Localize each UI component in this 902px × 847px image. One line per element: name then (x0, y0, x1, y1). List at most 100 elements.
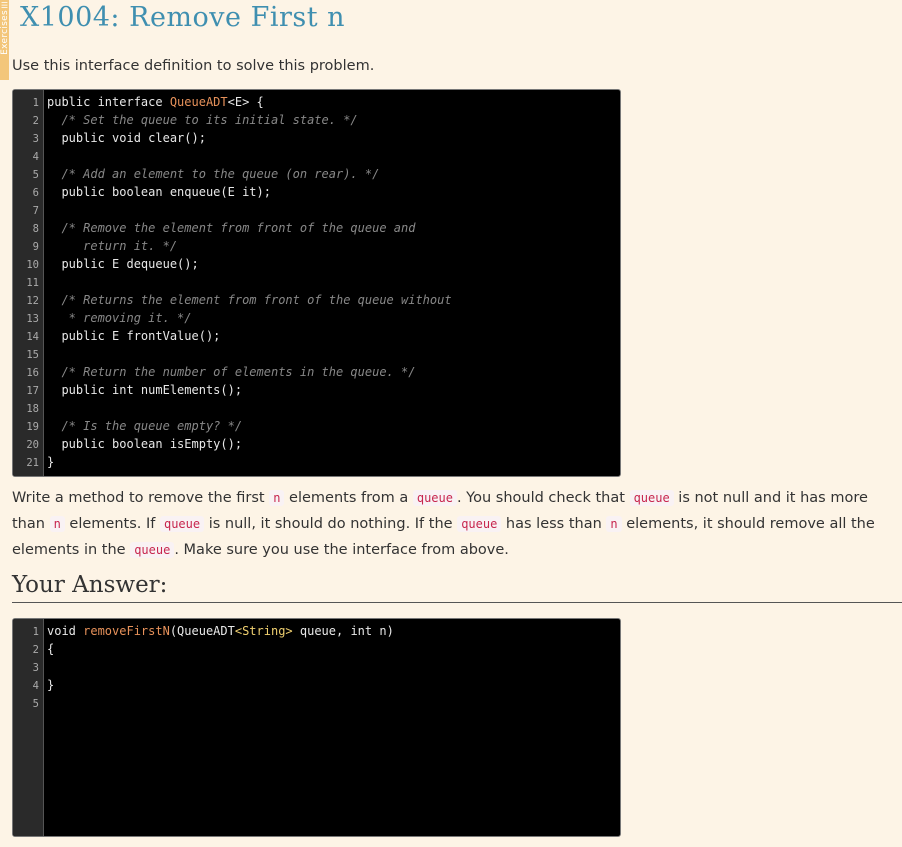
code-token: /* Set the queue to its initial state. *… (47, 113, 358, 127)
line-number: 5 (32, 169, 39, 181)
code-token: public boolean isEmpty(); (47, 437, 243, 451)
code-token: public boolean enqueue(E it); (47, 185, 271, 199)
inline-code: queue (457, 516, 502, 532)
line-number: 16 (26, 367, 39, 379)
code-line: 3 public void clear(); (13, 129, 620, 147)
code-token: } (47, 455, 55, 469)
line-number: 3 (32, 133, 39, 145)
line-number: 10 (26, 259, 39, 271)
code-line: 16 /* Return the number of elements in t… (13, 363, 620, 381)
code-token: <E> { (227, 95, 264, 109)
inline-code: n (49, 516, 65, 532)
intro-text: Use this interface definition to solve t… (12, 58, 375, 74)
code-token: { (47, 642, 55, 656)
code-token: queue, int n) (292, 624, 394, 638)
code-line: 18 (13, 399, 620, 417)
line-number: 17 (26, 385, 39, 397)
line-number: 15 (26, 349, 39, 361)
line-number: 18 (26, 403, 39, 415)
line-number: 5 (32, 698, 39, 710)
code-token: public void clear(); (47, 131, 206, 145)
code-line: 11 (13, 273, 620, 291)
code-line: 3 (13, 658, 620, 676)
inline-code: n (606, 516, 622, 532)
problem-text: elements from a (284, 490, 413, 506)
line-number: 2 (32, 115, 39, 127)
inline-code: queue (130, 542, 175, 558)
exercises-tab-label: Exercises (0, 10, 10, 55)
code-token: <String> (234, 624, 293, 638)
code-line: 2{ (13, 640, 620, 658)
code-line: 7 (13, 201, 620, 219)
line-number: 11 (26, 277, 39, 289)
answer-code-editor[interactable]: 1 void removeFirstN(QueueADT<String> queu… (12, 618, 621, 837)
code-token: * removing it. */ (47, 311, 192, 325)
code-token: void (47, 624, 84, 638)
code-token: /* Remove the element from front of the … (47, 221, 416, 235)
code-token: /* Is the queue empty? */ (47, 419, 243, 433)
line-number: 2 (32, 644, 39, 656)
exercises-side-tab[interactable]: ☰ Exercises (0, 0, 10, 80)
code-token: /* Add an element to the queue (on rear)… (47, 167, 380, 181)
code-line: 9 return it. */ (13, 237, 620, 255)
code-token: public E dequeue(); (47, 257, 199, 271)
code-line: 10 public E dequeue(); (13, 255, 620, 273)
code-line: 12 /* Returns the element from front of … (13, 291, 620, 309)
code-line: 15 (13, 345, 620, 363)
code-token: public interface (47, 95, 170, 109)
line-number: 4 (32, 151, 39, 163)
code-token: (QueueADT (169, 624, 235, 638)
problem-text: elements. If (64, 516, 160, 532)
line-number: 12 (26, 295, 39, 307)
code-line: 14 public E frontValue(); (13, 327, 620, 345)
code-token: /* Returns the element from front of the… (47, 293, 452, 307)
code-line: 5 /* Add an element to the queue (on rea… (13, 165, 620, 183)
line-number: 8 (32, 223, 39, 235)
code-line: 4 (13, 147, 620, 165)
problem-text: . You should check that (456, 490, 630, 506)
answer-heading: Your Answer: (12, 572, 902, 603)
line-number: 4 (32, 680, 39, 692)
inline-code: n (269, 490, 285, 506)
interface-code-block: 1 public interface QueueADT<E> { 2 /* Set … (12, 89, 621, 477)
line-number: 6 (32, 187, 39, 199)
code-line: 5 (13, 694, 620, 712)
code-line: 6 public boolean enqueue(E it); (13, 183, 620, 201)
code-token: } (47, 678, 55, 692)
code-token: QueueADT (169, 95, 228, 109)
line-number: 1 (32, 97, 39, 109)
line-number: 1 (32, 626, 39, 638)
inline-code: queue (629, 490, 674, 506)
menu-icon: ☰ (0, 1, 9, 10)
line-number: 7 (32, 205, 39, 217)
answer-code-lines[interactable]: 1 void removeFirstN(QueueADT<String> queu… (13, 619, 620, 712)
page-title: X1004: Remove First n (20, 2, 346, 33)
code-line: 1 public interface QueueADT<E> { (13, 93, 620, 111)
code-token: removeFirstN (83, 624, 170, 638)
interface-code-lines: 1 public interface QueueADT<E> { 2 /* Set … (13, 90, 620, 471)
code-line: 13 * removing it. */ (13, 309, 620, 327)
line-number: 3 (32, 662, 39, 674)
code-line: 19 /* Is the queue empty? */ (13, 417, 620, 435)
code-line: 17 public int numElements(); (13, 381, 620, 399)
line-number: 21 (26, 457, 39, 469)
code-token: /* Return the number of elements in the … (47, 365, 416, 379)
code-line: 21} (13, 453, 620, 471)
problem-text: is null, it should do nothing. If the (204, 516, 458, 532)
line-number: 9 (32, 241, 39, 253)
line-number: 19 (26, 421, 39, 433)
line-number: 14 (26, 331, 39, 343)
problem-text: . Make sure you use the interface from a… (174, 542, 509, 558)
problem-text: Write a method to remove the first (12, 490, 270, 506)
line-number: 13 (26, 313, 39, 325)
code-line: 1 void removeFirstN(QueueADT<String> queu… (13, 622, 620, 640)
line-number: 20 (26, 439, 39, 451)
code-line: 8 /* Remove the element from front of th… (13, 219, 620, 237)
code-line: 20 public boolean isEmpty(); (13, 435, 620, 453)
code-token: return it. */ (47, 239, 178, 253)
problem-text: has less than (501, 516, 607, 532)
inline-code: queue (412, 490, 457, 506)
code-line: 4} (13, 676, 620, 694)
inline-code: queue (159, 516, 205, 532)
code-token: public int numElements(); (47, 383, 243, 397)
